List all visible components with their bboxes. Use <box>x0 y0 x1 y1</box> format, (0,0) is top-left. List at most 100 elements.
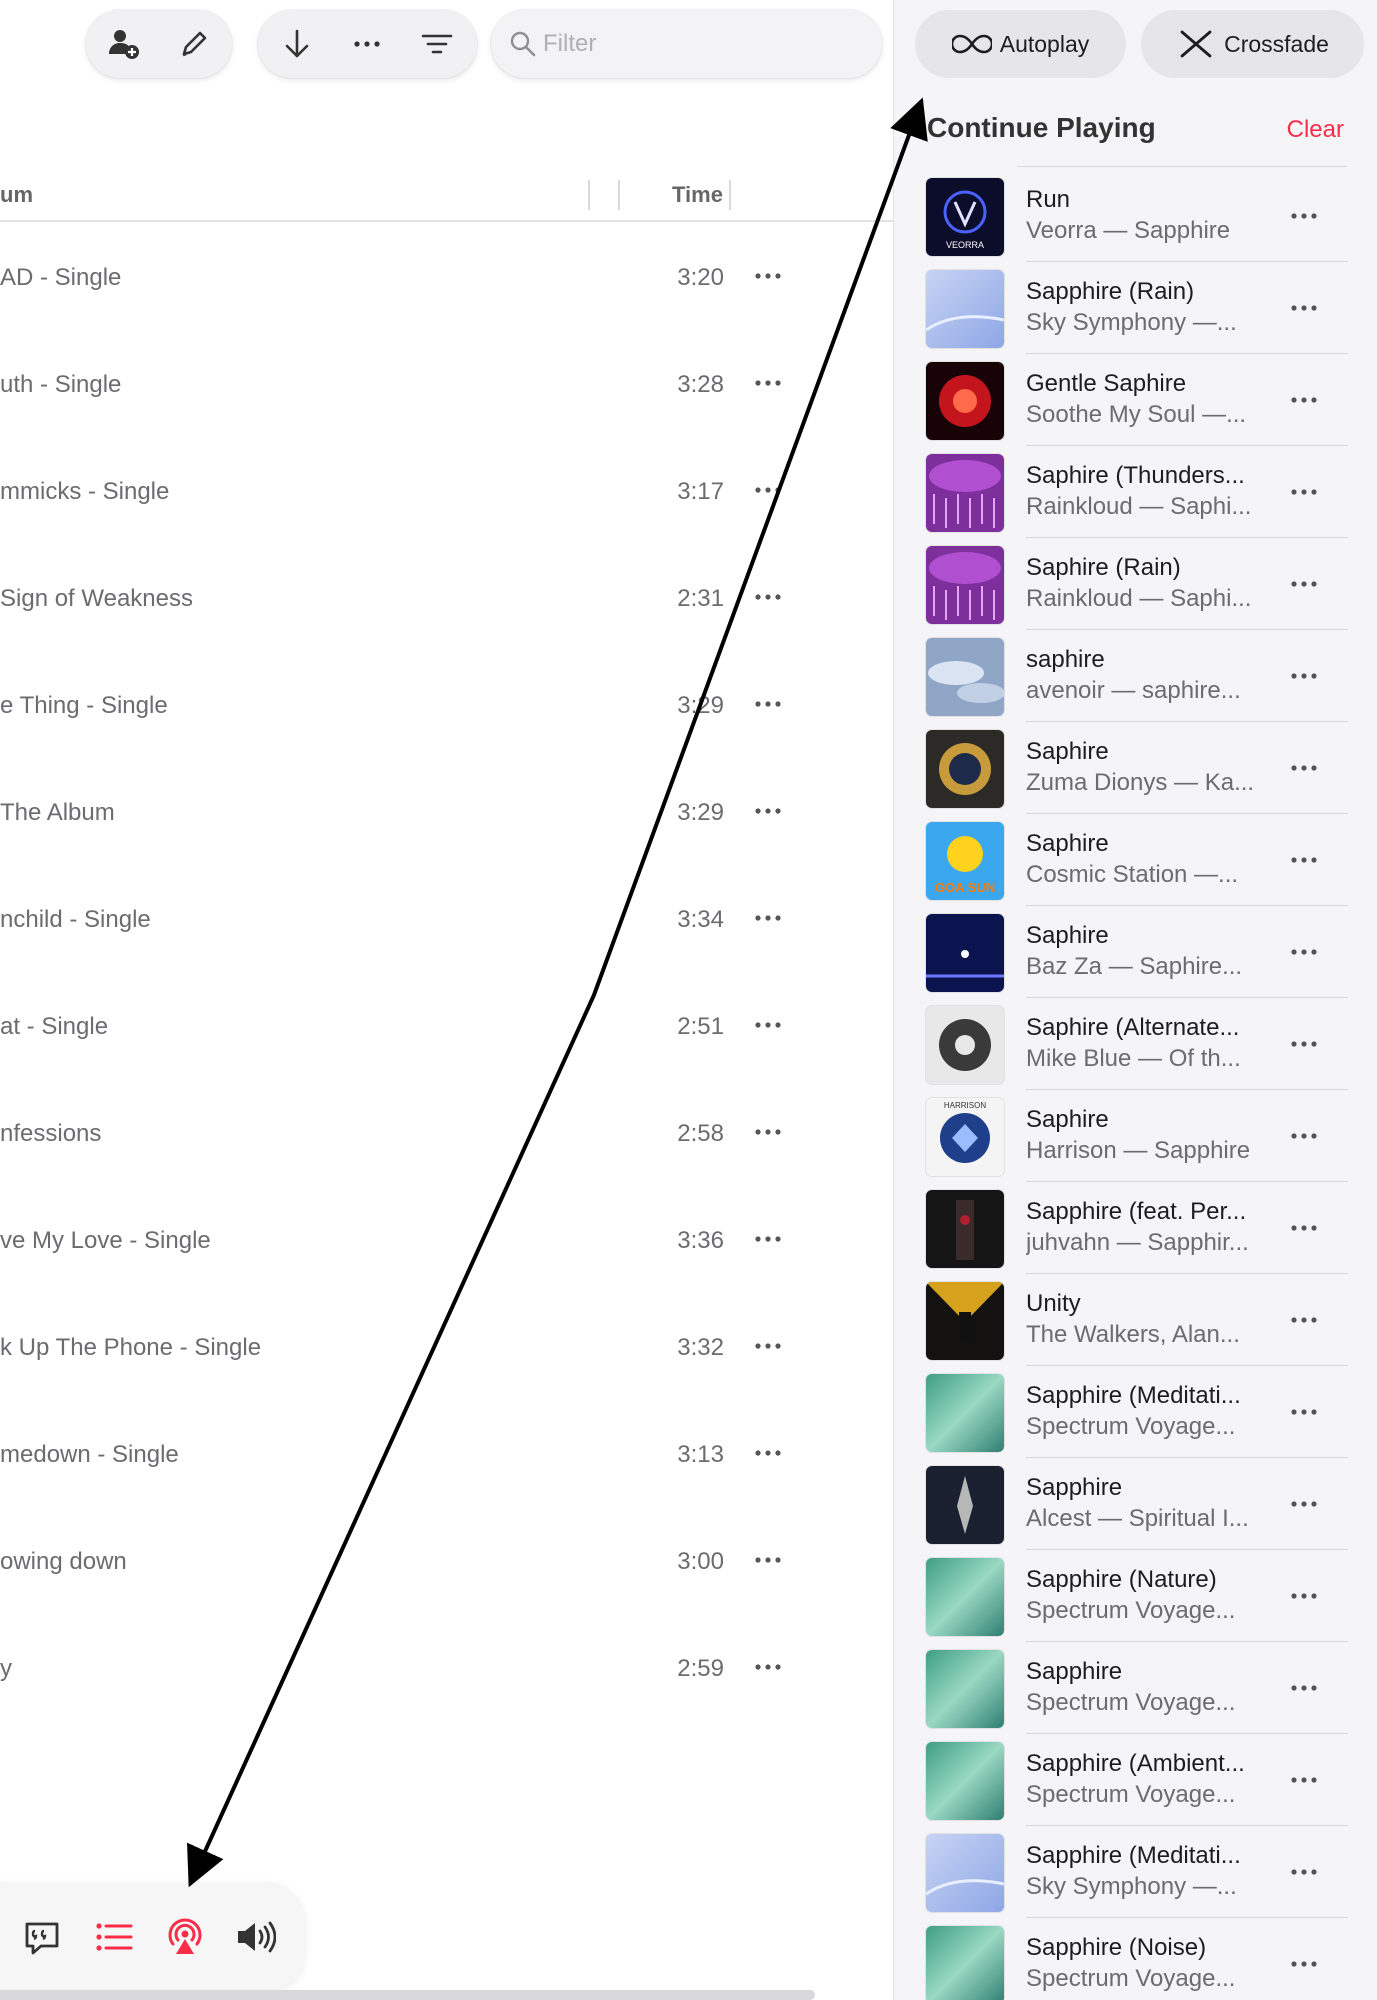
song-more-button[interactable] <box>750 577 786 617</box>
song-row[interactable]: nfessions 2:58 <box>0 1078 893 1185</box>
queue-item[interactable]: Saphire Baz Za — Saphire... <box>894 906 1377 998</box>
queue-item[interactable]: Sapphire (Noise) Spectrum Voyage... <box>894 1918 1377 2000</box>
queue-item-more-button[interactable] <box>1284 1578 1324 1614</box>
queue-button[interactable] <box>89 1912 139 1962</box>
song-more-button[interactable] <box>750 1433 786 1473</box>
queue-item[interactable]: Unity The Walkers, Alan... <box>894 1274 1377 1366</box>
queue-item[interactable]: Gentle Saphire Soothe My Soul —... <box>894 354 1377 446</box>
queue-item[interactable]: Sapphire Alcest — Spiritual I... <box>894 1458 1377 1550</box>
filter-field[interactable] <box>491 10 882 78</box>
time-column-header[interactable]: Time <box>672 182 723 208</box>
song-row[interactable]: nchild - Single 3:34 <box>0 864 893 971</box>
queue-item-title: Saphire (Alternate... <box>1026 1014 1240 1041</box>
queue-item-more-button[interactable] <box>1284 1854 1324 1890</box>
song-more-button[interactable] <box>750 1647 786 1687</box>
queue-item-more-button[interactable] <box>1284 1394 1324 1430</box>
queue-item[interactable]: Sapphire (Meditati... Sky Symphony —... <box>894 1826 1377 1918</box>
queue-item-more-button[interactable] <box>1284 934 1324 970</box>
song-row[interactable]: uth - Single 3:28 <box>0 329 893 436</box>
queue-item[interactable]: Sapphire Spectrum Voyage... <box>894 1642 1377 1734</box>
song-more-button[interactable] <box>750 1219 786 1259</box>
queue-item[interactable]: HARRISON Saphire Harrison — Sapphire <box>894 1090 1377 1182</box>
add-person-icon <box>109 30 139 59</box>
queue-item[interactable]: Saphire (Alternate... Mike Blue — Of th..… <box>894 998 1377 1090</box>
song-row[interactable]: Sign of Weakness 2:31 <box>0 543 893 650</box>
queue-item[interactable]: Saphire (Thunders... Rainkloud — Saphi... <box>894 446 1377 538</box>
more-icon <box>1291 1961 1317 1967</box>
queue-item-more-button[interactable] <box>1284 474 1324 510</box>
lyrics-icon <box>25 1922 59 1955</box>
clear-queue-button[interactable]: Clear <box>1287 116 1344 144</box>
queue-item[interactable]: Sapphire (feat. Per... juhvahn — Sapphir.… <box>894 1182 1377 1274</box>
more-icon <box>1291 305 1317 311</box>
song-row[interactable]: AD - Single 3:20 <box>0 222 893 329</box>
edit-button[interactable] <box>159 10 229 78</box>
more-icon <box>1291 1041 1317 1047</box>
lyrics-button[interactable] <box>17 1912 67 1962</box>
queue-item-more-button[interactable] <box>1284 290 1324 326</box>
queue-item-more-button[interactable] <box>1284 566 1324 602</box>
song-row[interactable]: k Up The Phone - Single 3:32 <box>0 1292 893 1399</box>
album-column-header[interactable]: um <box>0 182 33 208</box>
song-row[interactable]: mmicks - Single 3:17 <box>0 436 893 543</box>
queue-item-more-button[interactable] <box>1284 1302 1324 1338</box>
more-options-button[interactable] <box>332 10 402 78</box>
song-row[interactable]: ve My Love - Single 3:36 <box>0 1185 893 1292</box>
queue-item[interactable]: Saphire Zuma Dionys — Ka... <box>894 722 1377 814</box>
queue-item-more-button[interactable] <box>1284 1762 1324 1798</box>
queue-item-more-button[interactable] <box>1284 198 1324 234</box>
queue-item[interactable]: Saphire (Rain) Rainkloud — Saphi... <box>894 538 1377 630</box>
more-icon <box>1291 581 1317 587</box>
song-more-button[interactable] <box>750 470 786 510</box>
queue-item[interactable]: VEORRA Run Veorra — Sapphire <box>894 170 1377 262</box>
song-more-button[interactable] <box>750 1005 786 1045</box>
queue-item-more-button[interactable] <box>1284 382 1324 418</box>
queue-item[interactable]: Sapphire (Nature) Spectrum Voyage... <box>894 1550 1377 1642</box>
song-row[interactable]: owing down 3:00 <box>0 1506 893 1613</box>
volume-button[interactable] <box>230 1912 280 1962</box>
song-row[interactable]: y 2:59 <box>0 1613 893 1720</box>
download-button[interactable] <box>262 10 332 78</box>
album-artwork <box>926 1558 1004 1636</box>
song-more-button[interactable] <box>750 684 786 724</box>
song-row[interactable]: medown - Single 3:13 <box>0 1399 893 1506</box>
song-row[interactable]: e Thing - Single 3:29 <box>0 650 893 757</box>
song-row[interactable]: The Album 3:29 <box>0 757 893 864</box>
svg-text:HARRISON: HARRISON <box>944 1101 986 1110</box>
queue-item-more-button[interactable] <box>1284 1486 1324 1522</box>
queue-item[interactable]: Sapphire (Rain) Sky Symphony —... <box>894 262 1377 354</box>
queue-item-more-button[interactable] <box>1284 1670 1324 1706</box>
column-divider[interactable] <box>588 180 590 210</box>
add-person-button[interactable] <box>89 10 159 78</box>
queue-item-more-button[interactable] <box>1284 1946 1324 1982</box>
queue-item-more-button[interactable] <box>1284 1210 1324 1246</box>
song-row[interactable]: at - Single 2:51 <box>0 971 893 1078</box>
filter-input[interactable] <box>543 30 843 58</box>
song-more-button[interactable] <box>750 256 786 296</box>
queue-item[interactable]: saphire avenoir — saphire... <box>894 630 1377 722</box>
column-divider[interactable] <box>618 180 620 210</box>
song-more-button[interactable] <box>750 1326 786 1366</box>
queue-item[interactable]: Sapphire (Meditati... Spectrum Voyage... <box>894 1366 1377 1458</box>
queue-item-more-button[interactable] <box>1284 658 1324 694</box>
album-artwork <box>926 638 1004 716</box>
autoplay-button[interactable]: Autoplay <box>915 10 1126 78</box>
song-more-button[interactable] <box>750 1540 786 1580</box>
column-divider[interactable] <box>729 180 731 210</box>
song-more-button[interactable] <box>750 1112 786 1152</box>
queue-item-more-button[interactable] <box>1284 750 1324 786</box>
song-more-button[interactable] <box>750 791 786 831</box>
horizontal-scrollbar[interactable] <box>0 1990 815 2000</box>
queue-item[interactable]: GOA SUN Saphire Cosmic Station —... <box>894 814 1377 906</box>
queue-item-title: Sapphire (Ambient... <box>1026 1750 1245 1777</box>
song-more-button[interactable] <box>750 363 786 403</box>
queue-item[interactable]: Sapphire (Ambient... Spectrum Voyage... <box>894 1734 1377 1826</box>
queue-item-more-button[interactable] <box>1284 1118 1324 1154</box>
song-more-button[interactable] <box>750 898 786 938</box>
airplay-button[interactable] <box>160 1912 210 1962</box>
queue-item-more-button[interactable] <box>1284 842 1324 878</box>
queue-item-more-button[interactable] <box>1284 1026 1324 1062</box>
crossfade-button[interactable]: Crossfade <box>1141 10 1364 78</box>
album-artwork <box>926 362 1004 440</box>
sort-button[interactable] <box>402 10 472 78</box>
